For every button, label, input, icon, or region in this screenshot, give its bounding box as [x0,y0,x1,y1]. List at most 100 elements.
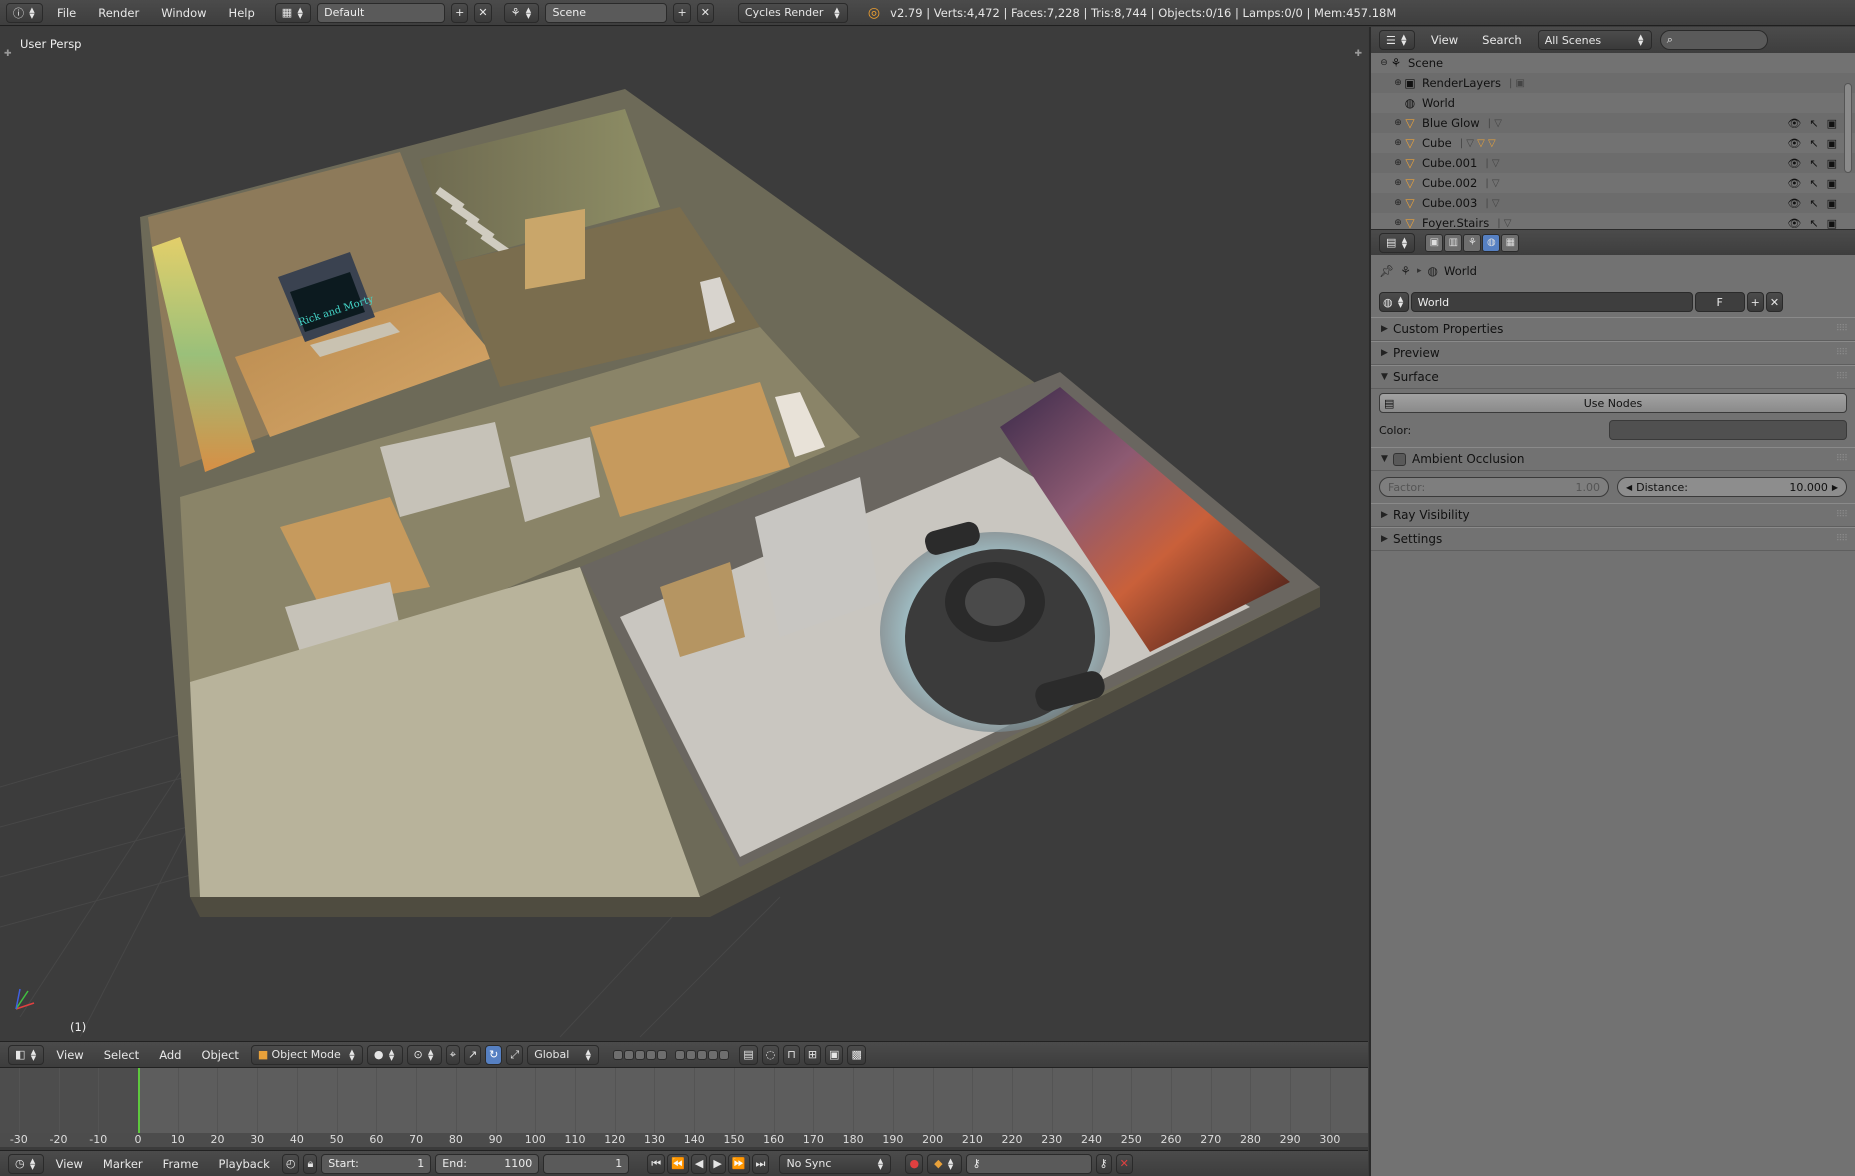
snap-toggle[interactable]: ⊓ [783,1044,800,1065]
transform-orientation-dropdown[interactable]: Global ▲ ▼ [527,1044,600,1065]
editor-type-info-button[interactable]: ⓘ ▲ ▼ [6,2,43,23]
outliner-menu-view[interactable]: View [1423,33,1466,47]
manipulator-toggle[interactable]: ⌖ [445,1044,460,1065]
drag-grip-icon[interactable]: ⠿⠿ [1836,324,1848,334]
timeline-menu-view[interactable]: View [48,1157,91,1171]
play-button[interactable]: ▶ [709,1153,726,1174]
menu-render[interactable]: Render [90,6,147,20]
panel-preview[interactable]: ▶ Preview ⠿⠿ [1371,341,1855,365]
render-engine-dropdown[interactable]: Cycles Render ▲ ▼ [737,2,848,23]
scale-manipulator[interactable]: ⤢ [506,1044,524,1065]
render-animation-button[interactable]: ▩ [847,1044,866,1065]
collapse-icon[interactable]: ⊖ [1379,58,1389,68]
visibility-eye-icon[interactable]: 👁︎ [1787,177,1801,190]
expand-icon[interactable]: ⊕ [1393,78,1403,88]
menu-add[interactable]: Add [151,1048,189,1062]
timeline-playhead[interactable] [137,1068,140,1133]
menu-window[interactable]: Window [153,6,214,20]
expand-icon[interactable]: ⊕ [1393,218,1403,228]
auto-keying-toggle[interactable]: ● [905,1153,924,1174]
preview-range-toggle[interactable]: ◴ [281,1153,300,1174]
play-reverse-button[interactable]: ◀ [690,1153,708,1174]
outliner-scrollbar[interactable] [1844,83,1852,173]
timeline-menu-marker[interactable]: Marker [95,1157,151,1171]
render-tab-icon[interactable]: ▣ [1425,233,1444,252]
panel-settings[interactable]: ▶ Settings ⠿⠿ [1371,527,1855,551]
keying-set-dropdown[interactable]: ◆ ▲ ▼ [927,1153,962,1174]
menu-file[interactable]: File [49,6,84,20]
editor-type-properties-button[interactable]: ▤ ▲ ▼ [1379,232,1416,253]
jump-start-button[interactable]: ⏮ [647,1153,666,1174]
outliner-row-world[interactable]: ◍ World [1371,93,1855,113]
panel-surface[interactable]: ▼ Surface ⠿⠿ [1371,365,1855,389]
start-frame-field[interactable]: Start: 1 [321,1153,432,1174]
screen-layout-selector[interactable]: ▦ ▲ ▼ [274,2,312,23]
layer-lock-button[interactable]: ▤ [739,1044,758,1065]
prev-keyframe-button[interactable]: ⏪ [667,1153,689,1174]
drag-grip-icon[interactable]: ⠿⠿ [1836,372,1848,382]
use-nodes-button[interactable]: ▤ Use Nodes [1379,393,1847,413]
ao-factor-field[interactable]: Factor: 1.00 [1379,477,1609,497]
expand-icon[interactable]: ⊕ [1393,178,1403,188]
outliner-row-cube-003[interactable]: ⊕ ▽ Cube.003 | ▽ 👁︎ ↖ ▣ [1371,193,1855,213]
menu-select[interactable]: Select [96,1048,147,1062]
render-camera-icon[interactable]: ▣ [1827,217,1837,230]
timeline-editor[interactable]: -30 -20 -10 0 10 20 30 40 50 60 70 80 90 100 110 120 130… [0,1067,1368,1147]
editor-type-outliner-button[interactable]: ☰ ▲ ▼ [1379,30,1415,50]
region-corner-icon[interactable]: ✚ [1354,49,1362,59]
select-cursor-icon[interactable]: ↖ [1809,177,1818,190]
select-cursor-icon[interactable]: ↖ [1809,217,1818,230]
render-camera-icon[interactable]: ▣ [1827,137,1837,150]
delete-keyframe-button[interactable]: ✕ [1115,1153,1133,1174]
timeline-menu-playback[interactable]: Playback [211,1157,278,1171]
outliner-row-renderlayers[interactable]: ⊕ ▣ RenderLayers | ▣ [1371,73,1855,93]
increment-arrow-icon[interactable]: ▶ [1832,483,1838,492]
jump-end-button[interactable]: ⏭ [751,1153,770,1174]
outliner-menu-search[interactable]: Search [1474,33,1530,47]
mode-dropdown[interactable]: ■ Object Mode ▲ ▼ [250,1044,363,1065]
viewport-scene[interactable]: Rick and Morty [0,27,1368,1041]
visibility-eye-icon[interactable]: 👁︎ [1787,157,1801,170]
render-layers-tab-icon[interactable]: ▥ [1444,233,1463,252]
panel-ray-visibility[interactable]: ▶ Ray Visibility ⠿⠿ [1371,503,1855,527]
expand-icon[interactable]: ⊕ [1393,118,1403,128]
world-name-field[interactable]: World [1410,292,1693,312]
select-cursor-icon[interactable]: ↖ [1809,117,1818,130]
world-browse-button[interactable]: ◍ ▲ ▼ [1379,292,1409,312]
next-keyframe-button[interactable]: ⏩ [727,1153,750,1174]
panel-ambient-occlusion[interactable]: ▼ Ambient Occlusion ⠿⠿ [1371,447,1855,471]
pivot-point-dropdown[interactable]: ⊙ ▲ ▼ [406,1044,442,1065]
delete-screen-button[interactable]: ✕ [474,2,492,23]
outliner-row-blue-glow[interactable]: ⊕ ▽ Blue Glow | ▽ 👁︎ ↖ ▣ [1371,113,1855,133]
outliner-display-mode-dropdown[interactable]: All Scenes ▲ ▼ [1537,30,1652,50]
fake-user-toggle[interactable]: F [1694,292,1745,312]
drag-grip-icon[interactable]: ⠿⠿ [1836,348,1848,358]
editor-type-3d-button[interactable]: ◧ ▲ ▼ [8,1044,45,1065]
delete-scene-button[interactable]: ✕ [696,2,714,23]
new-world-button[interactable]: + [1746,292,1764,312]
visibility-eye-icon[interactable]: 👁︎ [1787,137,1801,150]
menu-view[interactable]: View [48,1048,91,1062]
menu-object[interactable]: Object [193,1048,246,1062]
scene-tab-icon[interactable]: ⚘ [1463,233,1482,252]
select-cursor-icon[interactable]: ↖ [1809,157,1818,170]
editor-type-timeline-button[interactable]: ◷ ▲ ▼ [8,1153,44,1174]
decrement-arrow-icon[interactable]: ◀ [1626,483,1632,492]
unlink-world-button[interactable]: ✕ [1765,292,1784,312]
rotate-manipulator[interactable]: ↻ [485,1044,503,1065]
visibility-eye-icon[interactable]: 👁︎ [1787,197,1801,210]
render-camera-icon[interactable]: ▣ [1827,197,1837,210]
3d-viewport[interactable]: Rick and Morty User Persp (1) ✚ ✚ [0,27,1368,1041]
visibility-eye-icon[interactable]: 👁︎ [1787,117,1801,130]
outliner-row-cube-002[interactable]: ⊕ ▽ Cube.002 | ▽ 👁︎ ↖ ▣ [1371,173,1855,193]
render-button[interactable]: ▣ [825,1044,844,1065]
select-cursor-icon[interactable]: ↖ [1809,197,1818,210]
texture-tab-icon[interactable]: ▦ [1501,233,1520,252]
lock-time-cursor-toggle[interactable]: 🔒︎ [303,1153,318,1174]
active-keying-set-field[interactable]: ⚷ [965,1153,1092,1174]
end-frame-field[interactable]: End: 1100 [435,1153,540,1174]
viewport-shading-dropdown[interactable]: ● ▲ ▼ [366,1044,403,1065]
screen-layout-field[interactable]: Default [317,2,446,23]
visibility-eye-icon[interactable]: 👁︎ [1787,217,1801,230]
render-camera-icon[interactable]: ▣ [1827,117,1837,130]
